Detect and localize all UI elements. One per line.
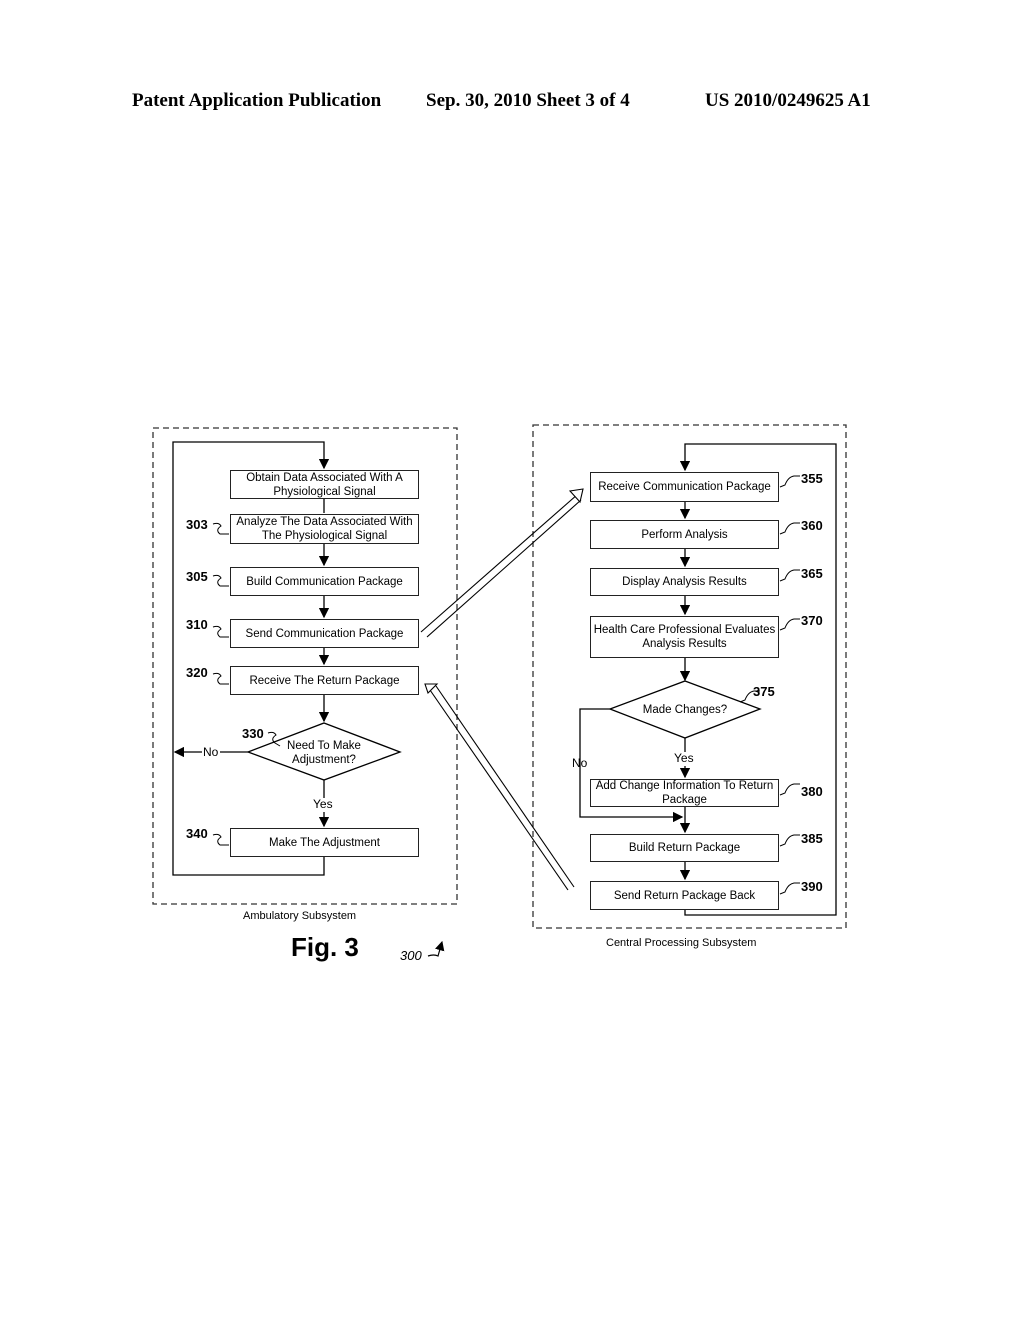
figure-ref: 300 bbox=[400, 948, 422, 963]
decision-375-yes: Yes bbox=[674, 751, 694, 765]
step-340-adjust: Make The Adjustment bbox=[230, 828, 419, 857]
step-310-send: Send Communication Package bbox=[230, 619, 419, 648]
decision-330-yes: Yes bbox=[313, 797, 333, 811]
ambulatory-connectors bbox=[172, 441, 330, 876]
step-370-evaluate: Health Care Professional Evaluates Analy… bbox=[590, 616, 779, 658]
step-355-receive: Receive Communication Package bbox=[590, 472, 779, 502]
ref-310: 310 bbox=[186, 617, 208, 632]
step-365-display: Display Analysis Results bbox=[590, 568, 779, 596]
ambulatory-caption: Ambulatory Subsystem bbox=[243, 910, 357, 922]
ref-330: 330 bbox=[242, 726, 264, 741]
step-385-build-return: Build Return Package bbox=[590, 834, 779, 862]
ref-380: 380 bbox=[801, 784, 823, 799]
step-obtain-data: Obtain Data Associated With A Physiologi… bbox=[230, 470, 419, 499]
step-380-add-change: Add Change Information To Return Package bbox=[590, 779, 779, 807]
decision-330-text: Need To Make Adjustment? bbox=[287, 740, 361, 766]
ref-355: 355 bbox=[801, 471, 823, 486]
ref-320: 320 bbox=[186, 665, 208, 680]
send-package-arrow bbox=[420, 488, 584, 638]
ref-303: 303 bbox=[186, 517, 208, 532]
figure-ref-arrow bbox=[427, 940, 445, 957]
ref-370: 370 bbox=[801, 613, 823, 628]
ref-305: 305 bbox=[186, 569, 208, 584]
decision-375-no: No bbox=[572, 756, 588, 770]
ref-360: 360 bbox=[801, 518, 823, 533]
step-360-analysis: Perform Analysis bbox=[590, 520, 779, 549]
ref-340: 340 bbox=[186, 826, 208, 841]
ref-365: 365 bbox=[801, 566, 823, 581]
step-305-build: Build Communication Package bbox=[230, 567, 419, 596]
figure-title: Fig. 3 bbox=[291, 932, 359, 962]
step-303-analyze: Analyze The Data Associated With The Phy… bbox=[230, 514, 419, 544]
decision-330-no: No bbox=[203, 745, 219, 759]
ref-375: 375 bbox=[753, 684, 775, 699]
ref-385: 385 bbox=[801, 831, 823, 846]
central-caption: Central Processing Subsystem bbox=[606, 937, 757, 949]
ref-390: 390 bbox=[801, 879, 823, 894]
return-package-arrow bbox=[424, 683, 575, 891]
step-390-send-return: Send Return Package Back bbox=[590, 881, 779, 910]
decision-375-text: Made Changes? bbox=[642, 704, 728, 716]
flowchart-lines bbox=[152, 424, 847, 957]
step-320-receive: Receive The Return Package bbox=[230, 666, 419, 695]
